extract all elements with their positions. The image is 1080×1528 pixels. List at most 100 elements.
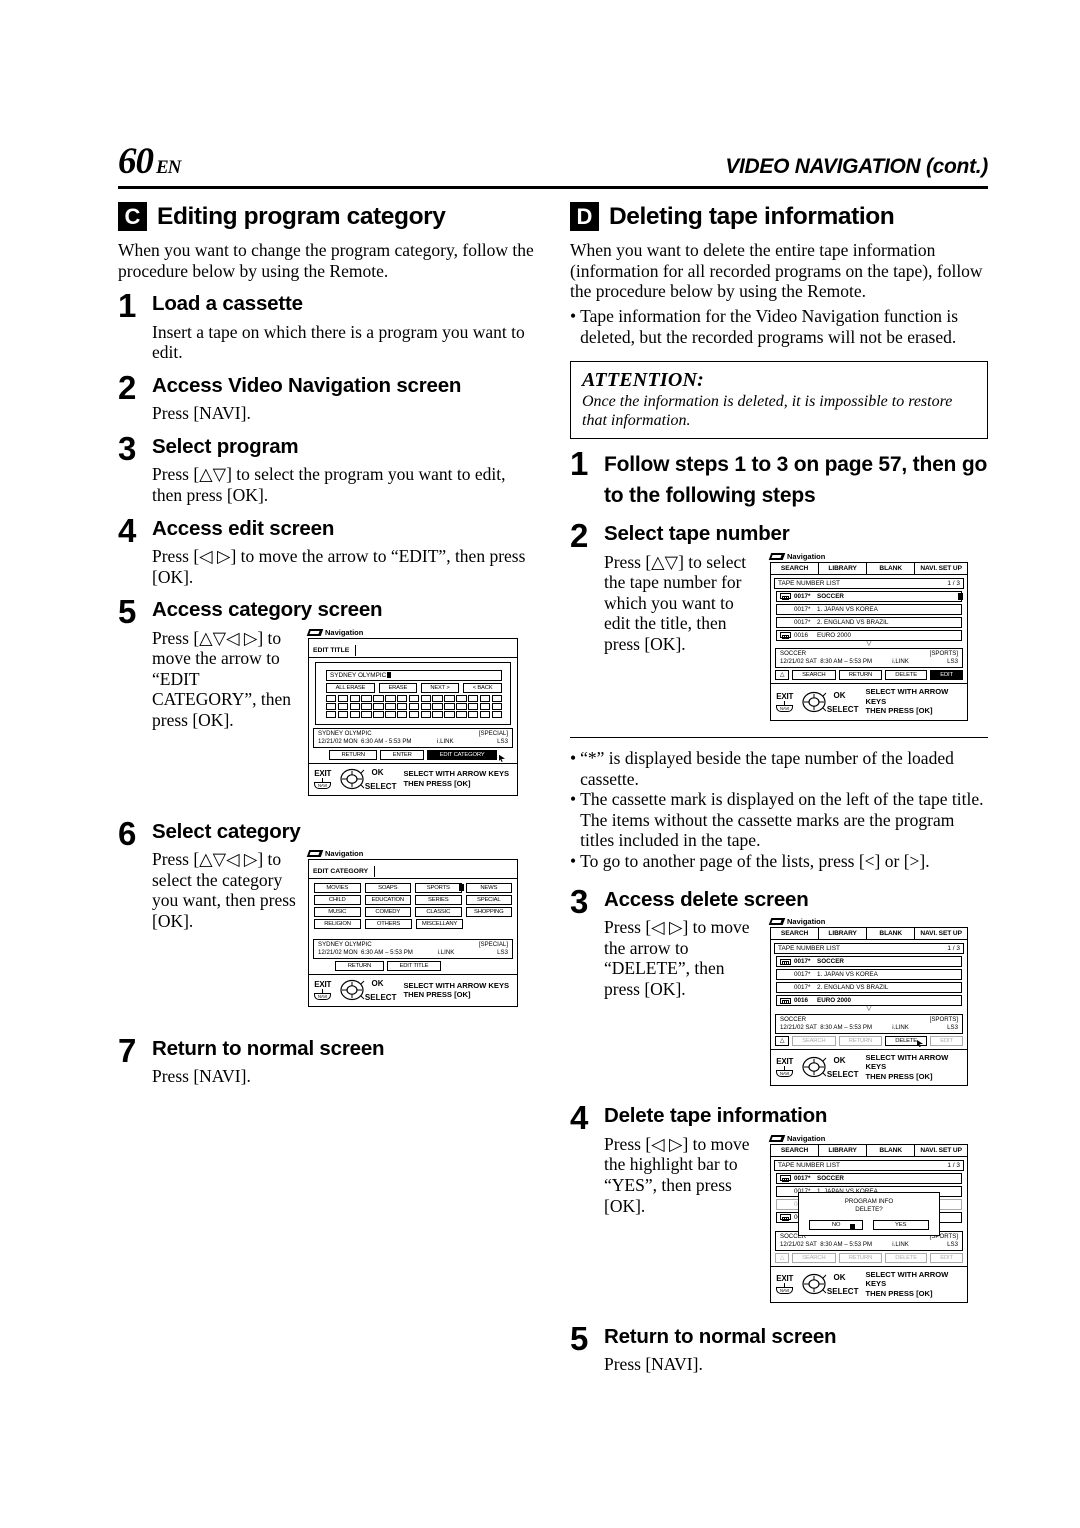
tab-blank[interactable]: BLANK (867, 562, 916, 574)
category-special[interactable]: SPECIAL (465, 895, 512, 906)
all-erase-button[interactable]: ALL ERASE (326, 682, 375, 693)
character-key[interactable] (420, 711, 432, 719)
character-key[interactable] (491, 711, 503, 719)
table-row[interactable]: 0017* 1. JAPAN VS KOREA (776, 969, 962, 981)
character-key[interactable] (326, 711, 337, 719)
category-movies[interactable]: MOVIES (314, 883, 361, 894)
character-key[interactable] (479, 694, 491, 702)
scroll-down-arrow-icon[interactable]: ▽ (771, 1005, 967, 1012)
tab-edit-title[interactable]: EDIT TITLE (309, 644, 357, 656)
character-key[interactable] (408, 702, 420, 710)
character-key[interactable] (408, 694, 420, 702)
character-key[interactable] (444, 702, 455, 710)
dialog-yes-button[interactable]: YES (872, 1219, 929, 1230)
character-key[interactable] (491, 694, 503, 702)
character-key[interactable] (396, 702, 408, 710)
delete-button[interactable]: DELETE (885, 670, 928, 681)
table-row[interactable]: 0017* 2. ENGLAND VS BRAZIL (776, 982, 962, 994)
tab-navi-setup[interactable]: NAVI. SET UP (915, 1145, 967, 1156)
tab-edit-category[interactable]: EDIT CATEGORY (309, 866, 376, 878)
page-up-button[interactable]: △ (775, 1035, 789, 1046)
character-key[interactable] (396, 711, 408, 719)
edit-title-button[interactable]: EDIT TITLE (386, 961, 442, 972)
character-key[interactable] (337, 694, 349, 702)
character-key[interactable] (326, 702, 337, 710)
return-button[interactable]: RETURN (335, 961, 384, 972)
category-sports[interactable]: SPORTS (415, 883, 462, 894)
character-key[interactable] (385, 711, 396, 719)
character-key[interactable] (385, 702, 396, 710)
table-row[interactable]: 0017* 2. ENGLAND VS BRAZIL (776, 616, 962, 628)
table-row[interactable]: 0017* SOCCER (776, 590, 963, 602)
character-key[interactable] (408, 711, 420, 719)
delete-button[interactable]: DELETE (885, 1035, 928, 1046)
character-key[interactable] (385, 694, 396, 702)
character-key[interactable] (467, 711, 479, 719)
category-series[interactable]: SERIES (415, 895, 462, 906)
character-key[interactable] (432, 711, 443, 719)
edit-button[interactable]: EDIT (930, 1252, 963, 1263)
search-button[interactable]: SEARCH (792, 670, 836, 681)
character-key[interactable] (337, 702, 349, 710)
tab-search[interactable]: SEARCH (771, 562, 820, 574)
character-key[interactable] (373, 694, 384, 702)
character-key[interactable] (420, 702, 432, 710)
character-key[interactable] (396, 694, 408, 702)
character-key[interactable] (467, 694, 479, 702)
return-button[interactable]: RETURN (329, 749, 378, 760)
character-key[interactable] (444, 694, 455, 702)
category-shopping[interactable]: SHOPPING (465, 907, 512, 918)
character-key[interactable] (373, 702, 384, 710)
tab-navi-setup[interactable]: NAVI. SET UP (915, 928, 967, 939)
edit-button[interactable]: EDIT (930, 670, 963, 681)
return-button[interactable]: RETURN (838, 670, 883, 681)
character-key[interactable] (432, 702, 443, 710)
character-key[interactable] (467, 702, 479, 710)
category-comedy[interactable]: COMEDY (364, 907, 411, 918)
return-button[interactable]: RETURN (838, 1035, 883, 1046)
table-row[interactable]: 0016 EURO 2000 (776, 995, 962, 1007)
category-education[interactable]: EDUCATION (364, 895, 411, 906)
character-key[interactable] (373, 711, 384, 719)
category-classic[interactable]: CLASSIC (415, 907, 462, 918)
search-button[interactable]: SEARCH (792, 1035, 836, 1046)
search-button[interactable]: SEARCH (792, 1252, 836, 1263)
tab-library[interactable]: LIBRARY (819, 562, 868, 574)
category-miscellany[interactable]: MISCELLANY (416, 919, 463, 930)
character-key[interactable] (420, 694, 432, 702)
erase-button[interactable]: ERASE (378, 682, 417, 693)
enter-button[interactable]: ENTER (380, 749, 425, 760)
return-button[interactable]: RETURN (838, 1252, 883, 1263)
page-up-button[interactable]: △ (775, 670, 789, 681)
character-key[interactable] (326, 694, 337, 702)
tab-search[interactable]: SEARCH (771, 1144, 820, 1156)
category-religion[interactable]: RELIGION (314, 919, 361, 930)
page-up-button[interactable]: △ (775, 1252, 789, 1263)
scroll-down-arrow-icon[interactable]: ▽ (771, 640, 967, 647)
tab-library[interactable]: LIBRARY (819, 928, 868, 940)
character-key[interactable] (361, 702, 372, 710)
tab-library[interactable]: LIBRARY (819, 1144, 868, 1156)
table-row[interactable]: 0017* SOCCER (776, 956, 962, 968)
category-news[interactable]: NEWS (465, 883, 512, 894)
character-key[interactable] (349, 702, 361, 710)
table-row[interactable]: 0017* 1. JAPAN VS KOREA (776, 603, 962, 615)
character-key[interactable] (432, 694, 443, 702)
character-key[interactable] (456, 694, 467, 702)
character-key[interactable] (456, 711, 467, 719)
title-input-field[interactable]: SYDNEY OLYMPIC (326, 669, 502, 681)
category-others[interactable]: OTHERS (365, 919, 412, 930)
tab-navi-setup[interactable]: NAVI. SET UP (915, 563, 967, 574)
back-page-button[interactable]: < BACK (463, 682, 503, 693)
table-row[interactable]: 0017* SOCCER (776, 1172, 962, 1184)
character-key[interactable] (491, 702, 503, 710)
character-key[interactable] (361, 694, 372, 702)
category-child[interactable]: CHILD (314, 895, 361, 906)
category-music[interactable]: MUSIC (314, 907, 361, 918)
tab-blank[interactable]: BLANK (867, 1144, 916, 1156)
character-key[interactable] (349, 711, 361, 719)
edit-category-button[interactable]: EDIT CATEGORY (427, 749, 497, 760)
character-key[interactable] (479, 711, 491, 719)
character-key[interactable] (456, 702, 467, 710)
tab-blank[interactable]: BLANK (867, 928, 916, 940)
